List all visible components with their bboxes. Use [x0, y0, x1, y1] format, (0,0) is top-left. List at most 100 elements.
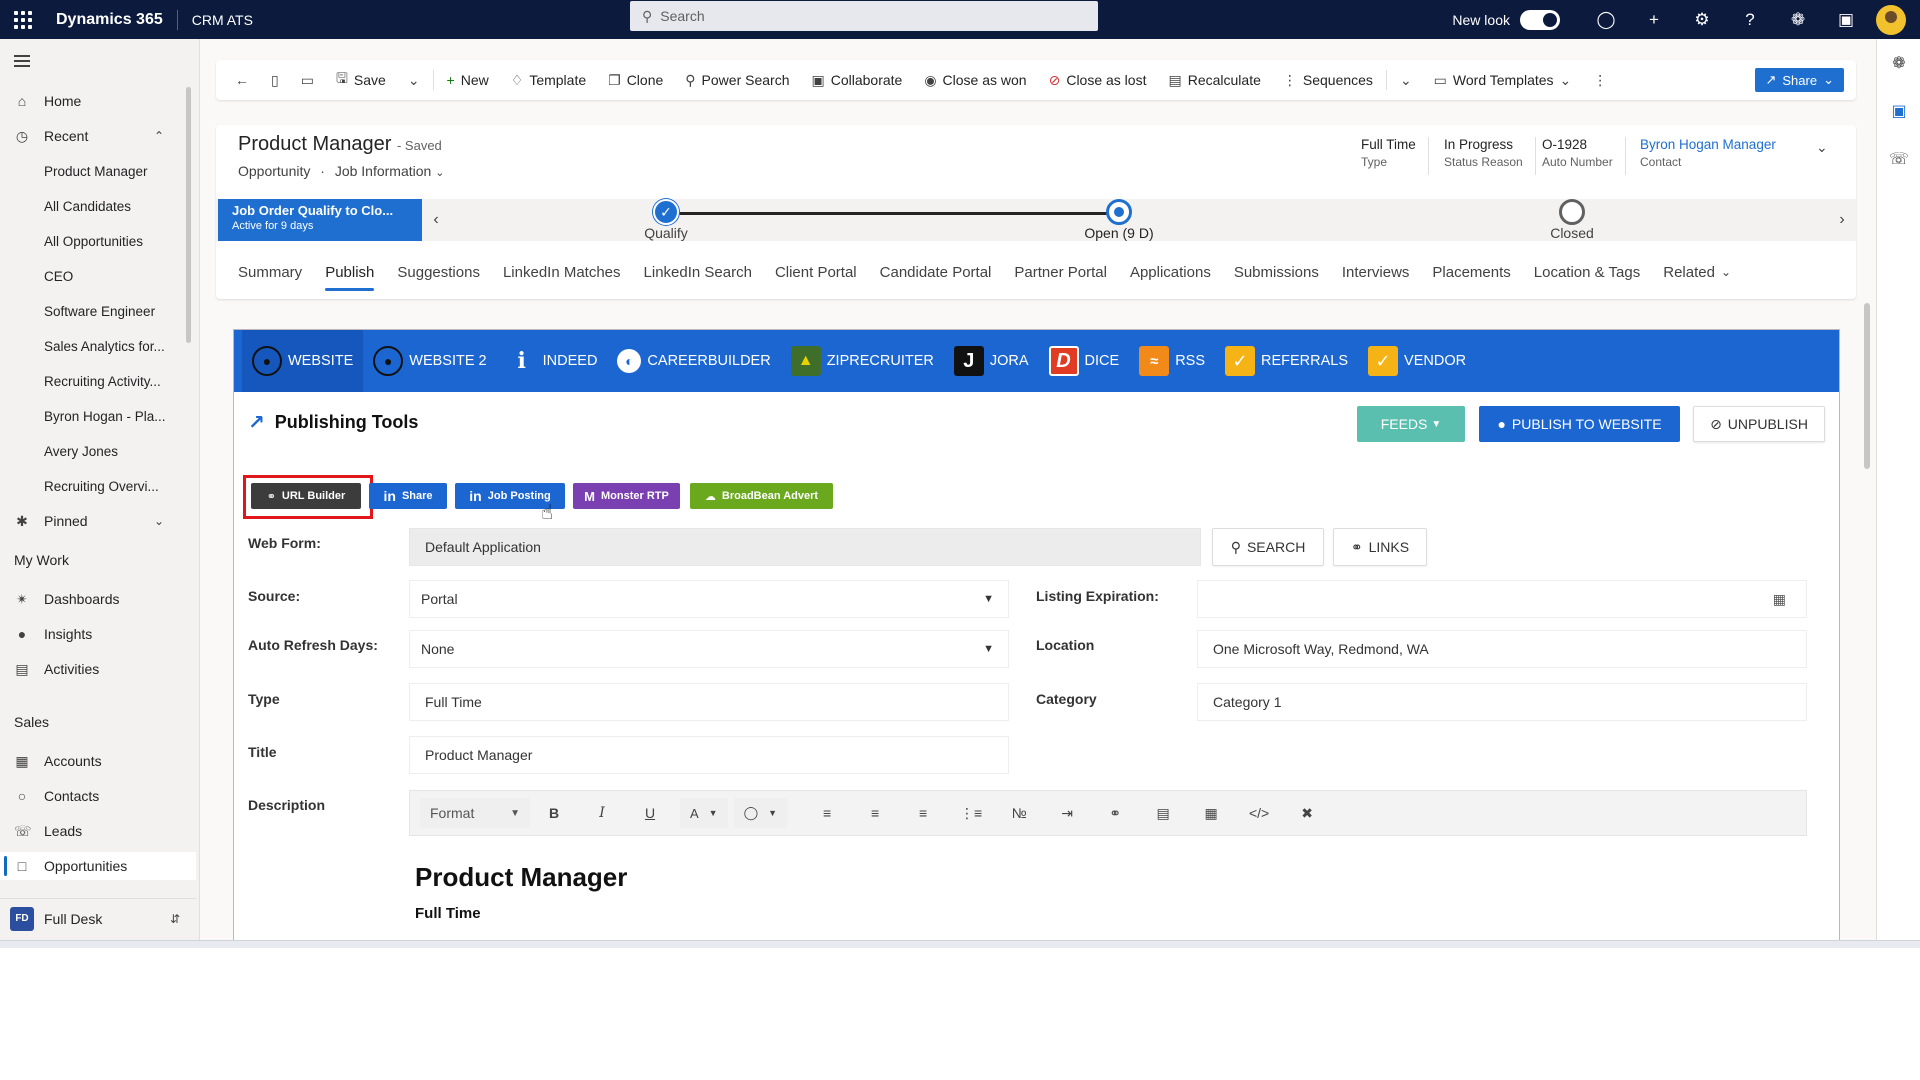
- channel-rss[interactable]: ≈ RSS: [1129, 330, 1215, 392]
- clear-format-icon[interactable]: ✖: [1283, 805, 1331, 822]
- recalculate-button[interactable]: ▤ Recalculate: [1157, 60, 1271, 100]
- chevron-down-icon[interactable]: ⌄: [435, 167, 444, 179]
- nav-insights[interactable]: ● Insights: [0, 620, 196, 648]
- app-name[interactable]: Dynamics 365: [46, 9, 178, 30]
- share-button[interactable]: ↗ Share ⌄: [1755, 68, 1844, 92]
- link-icon[interactable]: ⚭: [1091, 805, 1139, 822]
- bulleted-list-icon[interactable]: ⋮≡: [947, 805, 995, 822]
- unpublish-button[interactable]: ⊘ UNPUBLISH: [1693, 406, 1825, 442]
- tab-summary[interactable]: Summary: [238, 249, 302, 295]
- active-process-flag[interactable]: Job Order Qualify to Clo... Active for 9…: [218, 199, 422, 241]
- broadbean-advert-button[interactable]: ☁ BroadBean Advert: [690, 483, 833, 509]
- stage-open[interactable]: Open (9 D): [1039, 199, 1199, 241]
- copilot-icon[interactable]: ❁: [1889, 53, 1909, 73]
- nav-pinned[interactable]: ✱ Pinned ⌄: [0, 507, 196, 535]
- tab-submissions[interactable]: Submissions: [1234, 249, 1319, 295]
- recent-item[interactable]: Recruiting Overvi...: [0, 472, 196, 500]
- save-button[interactable]: 🖫 Save: [325, 60, 397, 100]
- chevron-up-icon[interactable]: ⌃: [154, 129, 164, 143]
- user-avatar[interactable]: [1876, 4, 1906, 35]
- recent-item[interactable]: CEO: [0, 262, 196, 290]
- links-button[interactable]: ⚭ LINKS: [1333, 528, 1427, 566]
- title-field[interactable]: Product Manager: [409, 736, 1009, 774]
- tab-publish[interactable]: Publish: [325, 249, 375, 295]
- underline-icon[interactable]: U: [626, 805, 674, 821]
- new-button[interactable]: + New: [436, 60, 500, 100]
- close-as-lost-button[interactable]: ⊘ Close as lost: [1038, 60, 1158, 100]
- overflow-button[interactable]: ⋮: [1582, 60, 1618, 100]
- save-dropdown-button[interactable]: ⌄: [397, 60, 431, 100]
- feeds-button[interactable]: FEEDS ▼: [1357, 406, 1465, 442]
- channel-dice[interactable]: D DICE: [1039, 330, 1130, 392]
- image-icon[interactable]: ▤: [1139, 805, 1187, 822]
- linkedin-share-button[interactable]: in Share: [369, 483, 447, 509]
- lightbulb-icon[interactable]: ◯: [1582, 0, 1630, 39]
- table-icon[interactable]: ▦: [1187, 805, 1235, 822]
- recent-item[interactable]: Sales Analytics for...: [0, 332, 196, 360]
- global-search-input[interactable]: ⚲ Search: [630, 1, 1098, 31]
- recent-item[interactable]: All Candidates: [0, 192, 196, 220]
- channel-website[interactable]: ● WEBSITE: [242, 330, 364, 392]
- phone-icon[interactable]: ☏: [1889, 149, 1909, 169]
- bpf-prev-button[interactable]: ‹: [424, 199, 448, 241]
- gear-icon[interactable]: ⚙: [1678, 0, 1726, 39]
- recent-item[interactable]: Product Manager: [0, 157, 196, 185]
- chevron-down-icon[interactable]: ⌄: [154, 514, 164, 528]
- recent-item[interactable]: All Opportunities: [0, 227, 196, 255]
- area-switcher[interactable]: FD Full Desk ⇵: [0, 898, 196, 938]
- chat-icon[interactable]: ▣: [1889, 101, 1909, 121]
- word-templates-button[interactable]: ▭ Word Templates ⌄: [1423, 60, 1583, 100]
- recent-item[interactable]: Byron Hogan - Pla...: [0, 402, 196, 430]
- bold-icon[interactable]: B: [530, 805, 578, 821]
- numbered-list-icon[interactable]: №: [995, 805, 1043, 821]
- italic-icon[interactable]: I: [578, 805, 626, 821]
- tab-client-portal[interactable]: Client Portal: [775, 249, 857, 295]
- tab-location-tags[interactable]: Location & Tags: [1534, 249, 1640, 295]
- align-left-icon[interactable]: ≡: [803, 805, 851, 821]
- tab-partner-portal[interactable]: Partner Portal: [1014, 249, 1107, 295]
- chat-icon[interactable]: ▣: [1822, 0, 1870, 39]
- auto-refresh-select[interactable]: None ▼: [409, 630, 1009, 668]
- tab-linkedin-search[interactable]: LinkedIn Search: [644, 249, 752, 295]
- listing-expiration-field[interactable]: ▦: [1197, 580, 1807, 618]
- channel-ziprecruiter[interactable]: ▲ ZIPRECRUITER: [781, 330, 944, 392]
- popout-button[interactable]: ▭: [290, 60, 325, 100]
- nav-activities[interactable]: ▤ Activities: [0, 655, 196, 683]
- nav-recent[interactable]: ◷ Recent ⌃: [0, 122, 196, 150]
- font-color-button[interactable]: A ▼: [680, 798, 728, 828]
- tab-related[interactable]: Related ⌄: [1663, 249, 1731, 295]
- app-launcher-icon[interactable]: [0, 0, 46, 39]
- nav-leads[interactable]: ☏ Leads: [0, 817, 196, 845]
- align-right-icon[interactable]: ≡: [899, 805, 947, 821]
- nav-dashboards[interactable]: ✴ Dashboards: [0, 585, 196, 613]
- search-button[interactable]: ⚲ SEARCH: [1212, 528, 1324, 566]
- sequences-button[interactable]: ⋮ Sequences: [1272, 60, 1384, 100]
- indent-icon[interactable]: ⇥: [1043, 805, 1091, 822]
- tab-placements[interactable]: Placements: [1432, 249, 1510, 295]
- stage-qualify[interactable]: ✓ Qualify: [586, 199, 746, 241]
- calendar-icon[interactable]: ▦: [1773, 591, 1786, 608]
- hamburger-menu-icon[interactable]: [14, 55, 30, 70]
- main-scrollbar[interactable]: [1864, 303, 1870, 469]
- copilot-icon[interactable]: ❁: [1774, 0, 1822, 39]
- editor-heading[interactable]: Product Manager: [415, 862, 627, 893]
- tab-suggestions[interactable]: Suggestions: [397, 249, 480, 295]
- clone-button[interactable]: ❐ Clone: [597, 60, 674, 100]
- type-field[interactable]: Full Time: [409, 683, 1009, 721]
- stage-closed[interactable]: Closed: [1492, 199, 1652, 241]
- help-icon[interactable]: ?: [1726, 0, 1774, 39]
- web-form-field[interactable]: Default Application: [409, 528, 1201, 566]
- code-icon[interactable]: </>: [1235, 805, 1283, 821]
- nav-accounts[interactable]: ▦ Accounts: [0, 747, 196, 775]
- close-as-won-button[interactable]: ◉ Close as won: [913, 60, 1037, 100]
- form-view-button[interactable]: ▯: [260, 60, 290, 100]
- monster-rtp-button[interactable]: M Monster RTP: [573, 483, 680, 509]
- form-selector[interactable]: Job Information: [335, 163, 432, 179]
- category-field[interactable]: Category 1: [1197, 683, 1807, 721]
- channel-jora[interactable]: J JORA: [944, 330, 1039, 392]
- channel-indeed[interactable]: i INDEED: [497, 330, 608, 392]
- app-module-name[interactable]: CRM ATS: [178, 12, 253, 28]
- highlight-color-button[interactable]: ◯ ▼: [733, 798, 788, 828]
- tab-linkedin-matches[interactable]: LinkedIn Matches: [503, 249, 621, 295]
- tab-applications[interactable]: Applications: [1130, 249, 1211, 295]
